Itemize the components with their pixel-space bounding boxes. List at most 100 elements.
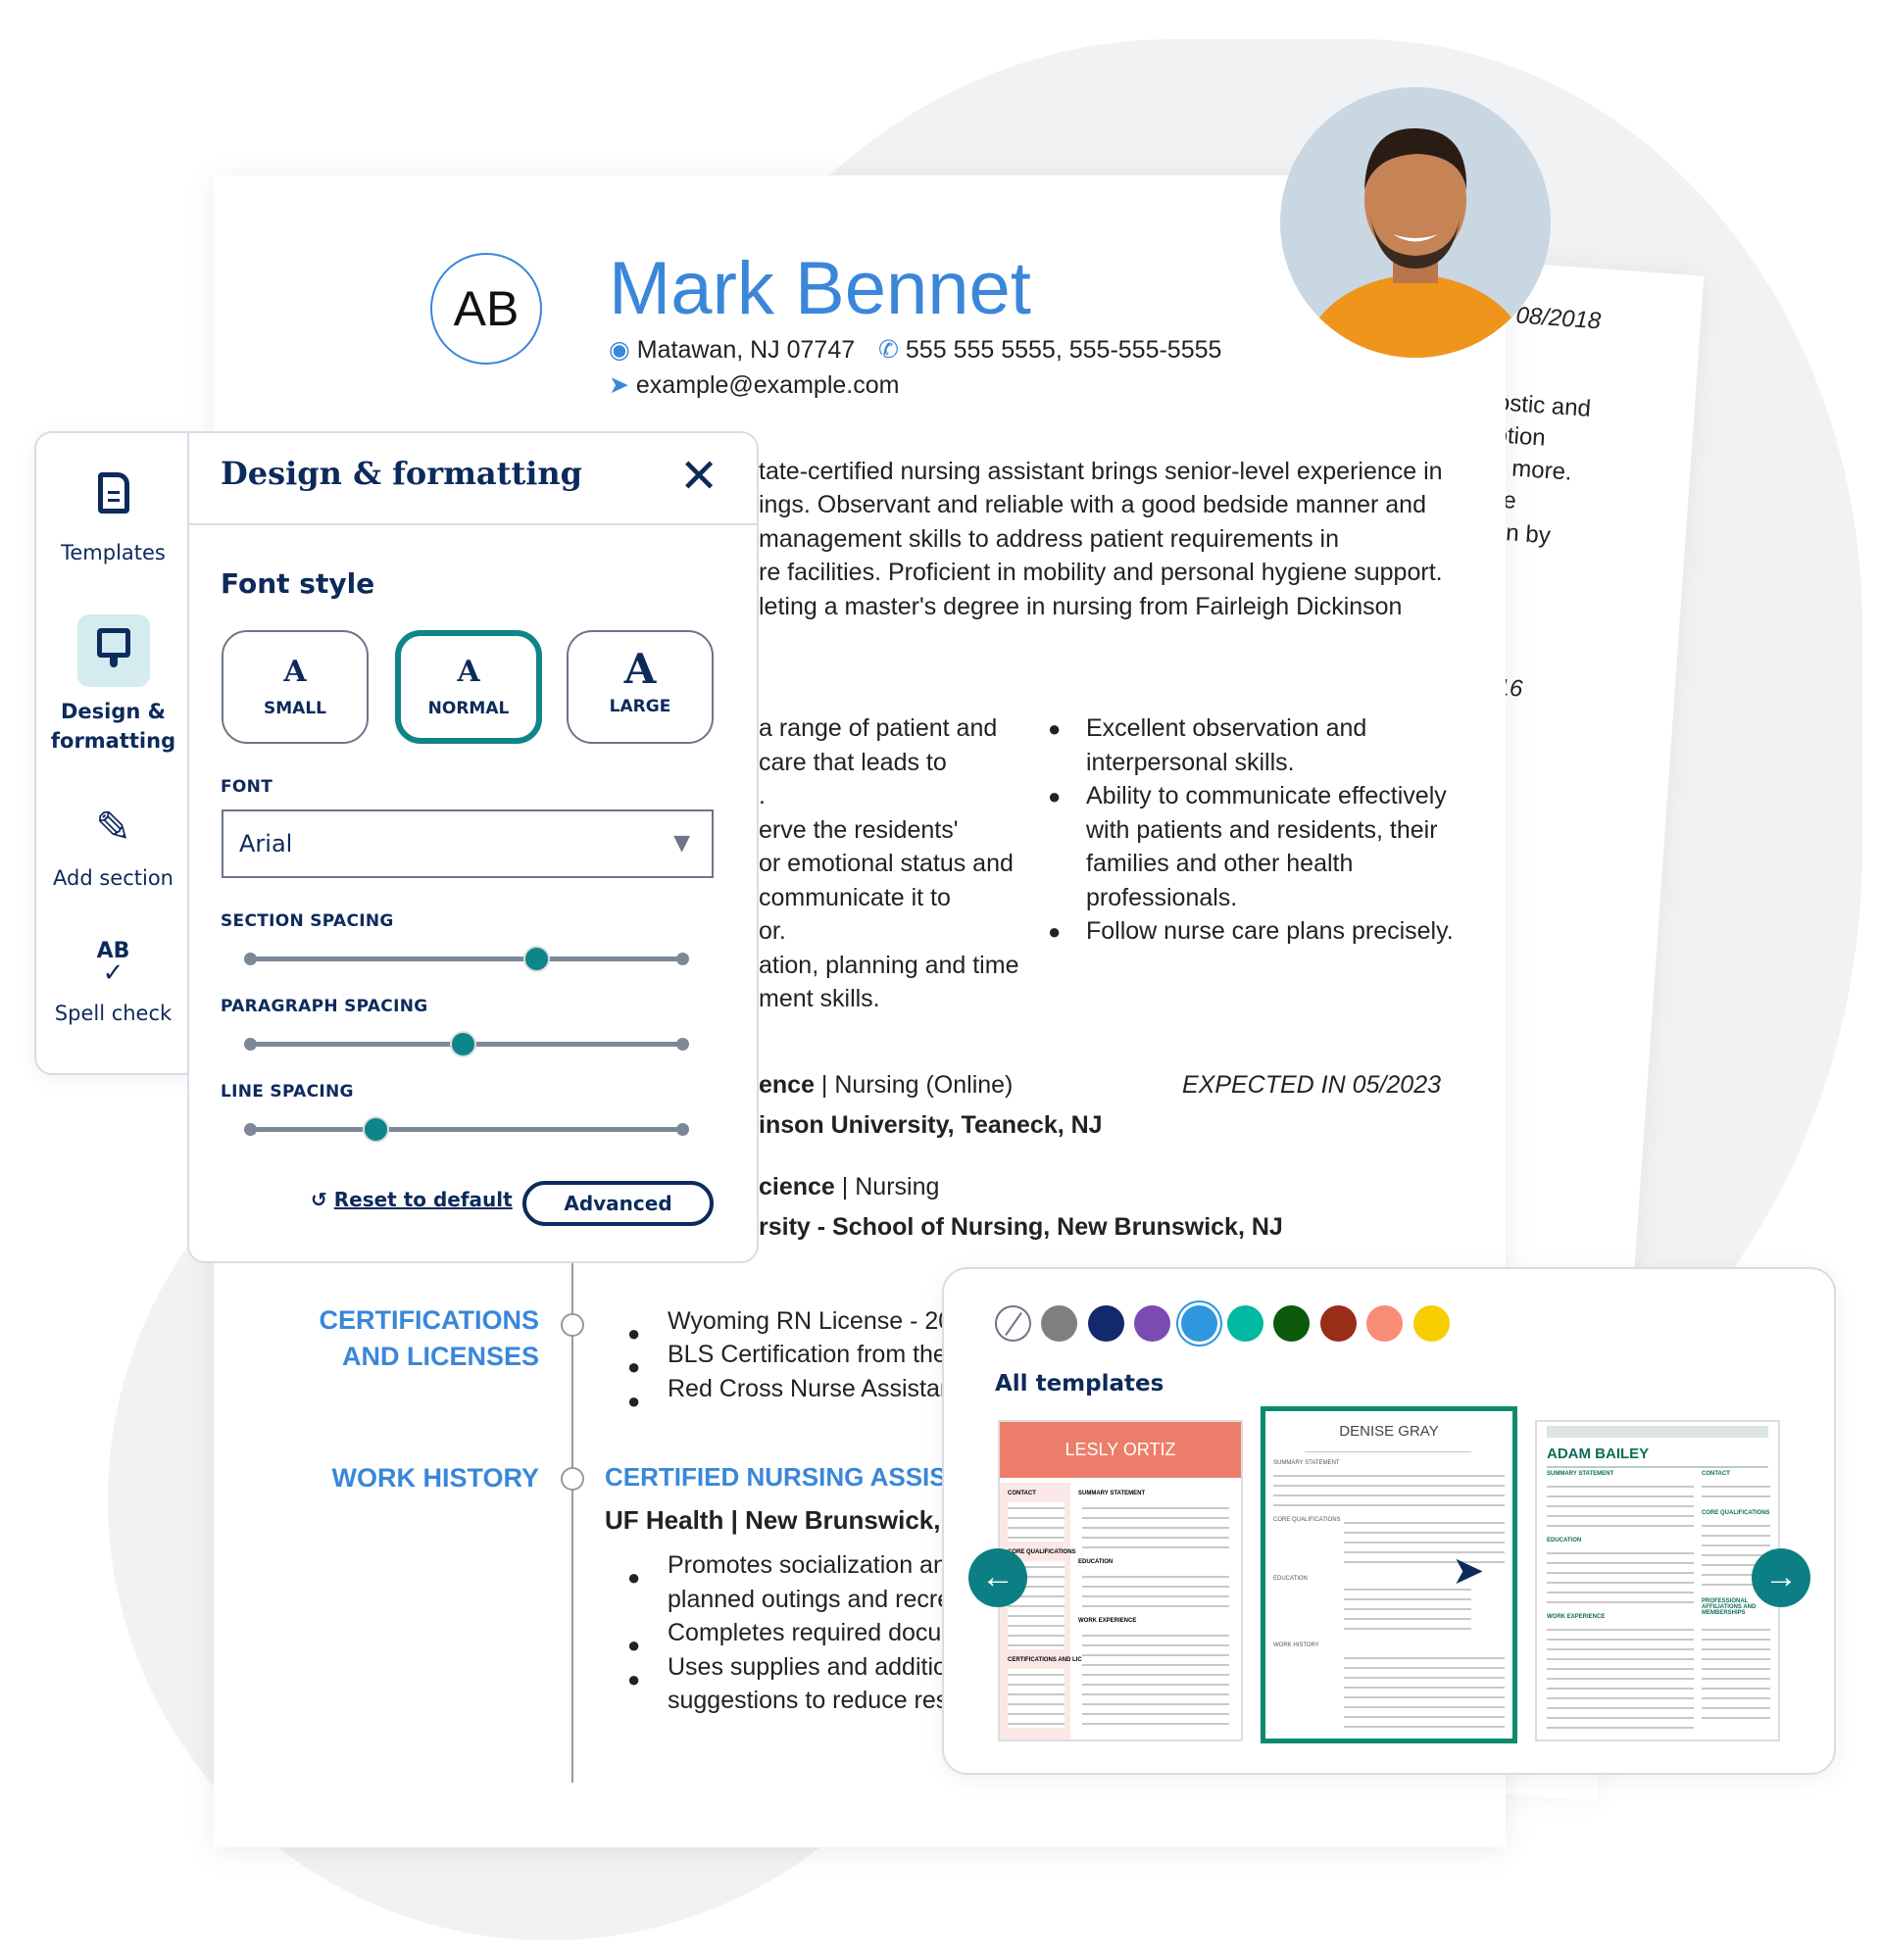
work-history-heading: WORK HISTORY: [331, 1463, 539, 1493]
template-section: WORK EXPERIENCE: [1547, 1614, 1606, 1620]
skill-line: families and other health: [1086, 850, 1354, 877]
line-spacing-label: LINE SPACING: [221, 1082, 354, 1102]
job-bullet-line: Completes required docun: [668, 1619, 956, 1646]
reset-to-default-link[interactable]: ↺ Reset to default: [311, 1188, 513, 1211]
template-section: WORK HISTORY: [1273, 1642, 1319, 1648]
skill-line: or.: [759, 917, 786, 945]
color-swatch[interactable]: [1366, 1305, 1404, 1342]
certifications-heading: CERTIFICATIONS AND LICENSES: [319, 1305, 540, 1371]
certification-item: Wyoming RN License - 20: [668, 1307, 953, 1335]
template-thumbnail-adam-bailey[interactable]: ADAM BAILEY SUMMARY STATEMENT CONTACT CO…: [1535, 1420, 1780, 1741]
sidebar-item-design-formatting[interactable]: Design & formatting: [36, 614, 190, 756]
template-section: CORE QUALIFICATIONS: [1702, 1510, 1770, 1516]
slider-max-stop: [676, 1123, 689, 1136]
slider-track[interactable]: [250, 1127, 683, 1132]
color-swatch[interactable]: [1087, 1305, 1124, 1342]
template-name: LESLY ORTIZ: [1000, 1422, 1241, 1478]
summary-line: leting a master's degree in nursing from…: [759, 593, 1403, 620]
template-section: EDUCATION: [1547, 1538, 1582, 1544]
template-section: SUMMARY STATEMENT: [1547, 1471, 1614, 1477]
color-swatch[interactable]: [1412, 1305, 1450, 1342]
skill-line: Ability to communicate effectively: [1086, 782, 1447, 809]
panel-header-divider: [189, 523, 757, 525]
slider-min-stop: [244, 953, 257, 965]
skill-line: communicate it to: [759, 884, 951, 911]
sidebar-item-spell-check[interactable]: AB ✓ Spell check: [36, 939, 190, 1026]
color-swatch[interactable]: [1319, 1305, 1357, 1342]
font-size-small-button[interactable]: A SMALL: [222, 630, 369, 744]
location-pin-icon: ◉: [609, 336, 630, 364]
template-section: CONTACT: [1702, 1471, 1730, 1477]
cursor-pointer-icon: ➤: [1452, 1549, 1485, 1592]
font-size-normal-button[interactable]: A NORMAL: [395, 630, 542, 744]
section-spacing-slider[interactable]: [244, 946, 689, 972]
slider-thumb[interactable]: [363, 1116, 390, 1143]
template-section: SUMMARY STATEMENT: [1078, 1491, 1146, 1496]
advanced-button[interactable]: Advanced: [522, 1181, 714, 1226]
spell-check-icon: AB ✓: [96, 939, 130, 988]
degree-date: EXPECTED IN 05/2023: [1181, 1071, 1441, 1099]
slider-thumb[interactable]: [522, 946, 550, 972]
job-bullet-line: planned outings and recrea: [668, 1586, 966, 1613]
initials-monogram: AB: [430, 253, 542, 365]
email: ➤ example@example.com: [609, 371, 900, 399]
edit-icon: ✎: [95, 803, 131, 853]
no-color-icon: [1005, 1311, 1022, 1337]
paragraph-spacing-slider[interactable]: [244, 1031, 689, 1057]
font-size-large-button[interactable]: A LARGE: [567, 630, 714, 744]
color-swatch-none[interactable]: [995, 1305, 1031, 1342]
color-swatch[interactable]: [1227, 1305, 1263, 1342]
slider-max-stop: [676, 1038, 689, 1051]
font-select[interactable]: Arial ▼: [222, 809, 714, 878]
paragraph-spacing-label: PARAGRAPH SPACING: [221, 997, 428, 1016]
template-name: DENISE GRAY: [1339, 1423, 1439, 1440]
template-thumbnail-lesly-ortiz[interactable]: LESLY ORTIZ CONTACT CORE QUALIFICATIONS …: [998, 1420, 1243, 1741]
location: ◉ Matawan, NJ 07747: [609, 336, 856, 364]
summary-line: tate-certified nursing assistant brings …: [759, 458, 1443, 485]
next-template-button[interactable]: →: [1752, 1548, 1810, 1607]
paint-brush-icon: [76, 614, 150, 687]
close-icon[interactable]: ✕: [679, 447, 718, 506]
degree: ence | Nursing (Online): [759, 1071, 1014, 1099]
bullet: ●: [627, 1354, 641, 1379]
arrow-left-icon: ←: [981, 1558, 1015, 1595]
sidebar-item-add-section[interactable]: ✎ Add section: [36, 803, 190, 891]
color-swatch[interactable]: [1180, 1305, 1217, 1342]
template-section: EDUCATION: [1078, 1559, 1114, 1565]
sidebar-item-templates[interactable]: Templates: [36, 472, 190, 564]
arrow-right-icon: →: [1764, 1558, 1798, 1595]
font-style-heading: Font style: [221, 567, 375, 600]
bullet: ●: [1048, 784, 1062, 808]
phone: ✆ 555 555 5555, 555-555-5555: [878, 336, 1222, 364]
certification-item: BLS Certification from the: [668, 1341, 947, 1368]
skill-line: Follow nurse care plans precisely.: [1086, 917, 1454, 945]
skill-line: professionals.: [1086, 884, 1238, 911]
font-label: FONT: [221, 777, 273, 797]
skill-line: erve the residents': [759, 816, 959, 844]
template-section: CORE QUALIFICATIONS: [1273, 1517, 1341, 1523]
bullet: ●: [1048, 919, 1062, 944]
skill-line: .: [759, 782, 766, 809]
slider-track[interactable]: [250, 956, 683, 961]
skill-line: ment skills.: [759, 985, 880, 1012]
summary-line: management skills to address patient req…: [759, 525, 1339, 553]
panel-title: Design & formatting: [221, 455, 583, 492]
color-swatch[interactable]: [1134, 1305, 1171, 1342]
template-section: PROFESSIONAL AFFILIATIONS AND MEMBERSHIP…: [1702, 1598, 1757, 1616]
previous-template-button[interactable]: ←: [968, 1548, 1027, 1607]
line-spacing-slider[interactable]: [244, 1116, 689, 1143]
color-swatch[interactable]: [1273, 1305, 1311, 1342]
template-section: EDUCATION: [1273, 1576, 1308, 1582]
certification-item: Red Cross Nurse Assistan: [668, 1375, 954, 1402]
color-swatch[interactable]: [1041, 1305, 1078, 1342]
job-title: CERTIFIED NURSING ASSISTA: [605, 1462, 979, 1492]
job-bullet-line: Promotes socialization anc: [668, 1551, 960, 1579]
decorative-circle: [108, 1652, 127, 1672]
template-thumbnail-denise-gray[interactable]: DENISE GRAY SUMMARY STATEMENT CORE QUALI…: [1261, 1406, 1517, 1743]
slider-thumb[interactable]: [449, 1031, 476, 1057]
skill-line: with patients and residents, their: [1086, 816, 1438, 844]
bullet: ●: [627, 1633, 641, 1657]
degree: cience | Nursing: [759, 1173, 940, 1200]
undo-icon: ↺: [311, 1188, 327, 1211]
section-spacing-label: SECTION SPACING: [221, 911, 394, 931]
